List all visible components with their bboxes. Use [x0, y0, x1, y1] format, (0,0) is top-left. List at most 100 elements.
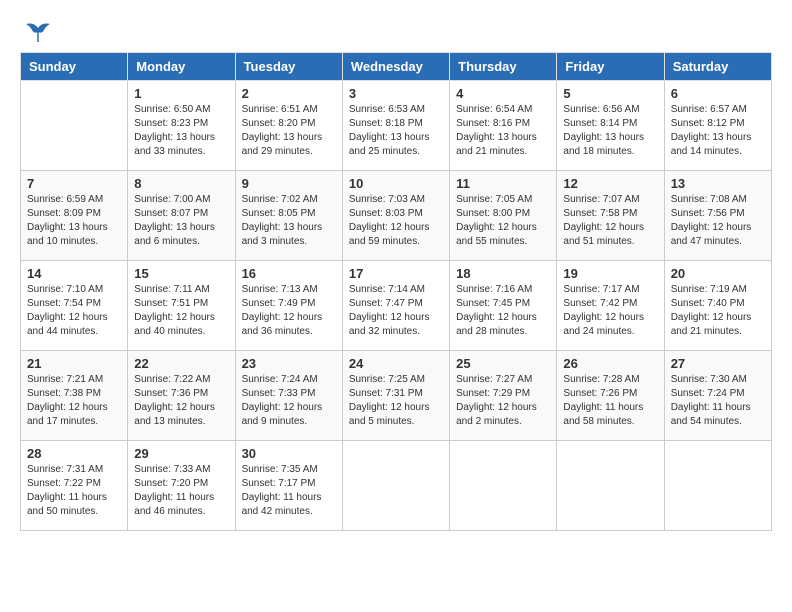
day-number: 29 — [134, 446, 228, 461]
calendar-cell — [342, 441, 449, 531]
calendar-cell: 23 Sunrise: 7:24 AM Sunset: 7:33 PM Dayli… — [235, 351, 342, 441]
day-number: 4 — [456, 86, 550, 101]
weekday-header-friday: Friday — [557, 53, 664, 81]
calendar-cell: 25Sunrise: 7:27 AM Sunset: 7:29 PM Dayli… — [450, 351, 557, 441]
day-info: Sunrise: 7:02 AM Sunset: 8:05 PM Dayligh… — [242, 193, 336, 249]
calendar-cell — [664, 441, 771, 531]
calendar-cell: 5 Sunrise: 6:56 AM Sunset: 8:14 PM Daylig… — [557, 81, 664, 171]
day-info: Sunrise: 6:54 AM Sunset: 8:16 PM Dayligh… — [456, 103, 550, 159]
day-info: Sunrise: 7:03 AM Sunset: 8:03 PM Dayligh… — [349, 193, 443, 249]
day-info: Sunrise: 7:28 AM Sunset: 7:26 PM Dayligh… — [563, 373, 657, 429]
weekday-header-wednesday: Wednesday — [342, 53, 449, 81]
calendar-cell: 8Sunrise: 7:00 AM Sunset: 8:07 PM Daylig… — [128, 171, 235, 261]
day-info: Sunrise: 6:56 AM Sunset: 8:14 PM Dayligh… — [563, 103, 657, 159]
day-number: 26 — [563, 356, 657, 371]
day-number: 3 — [349, 86, 443, 101]
calendar-cell: 17 Sunrise: 7:14 AM Sunset: 7:47 PM Dayli… — [342, 261, 449, 351]
day-info: Sunrise: 7:08 AM Sunset: 7:56 PM Dayligh… — [671, 193, 765, 249]
day-info: Sunrise: 6:53 AM Sunset: 8:18 PM Dayligh… — [349, 103, 443, 159]
day-number: 23 — [242, 356, 336, 371]
day-number: 17 — [349, 266, 443, 281]
calendar-cell: 10 Sunrise: 7:03 AM Sunset: 8:03 PM Dayli… — [342, 171, 449, 261]
calendar-cell: 18 Sunrise: 7:16 AM Sunset: 7:45 PM Dayli… — [450, 261, 557, 351]
calendar-cell: 4 Sunrise: 6:54 AM Sunset: 8:16 PM Daylig… — [450, 81, 557, 171]
calendar-cell: 6Sunrise: 6:57 AM Sunset: 8:12 PM Daylig… — [664, 81, 771, 171]
day-number: 12 — [563, 176, 657, 191]
day-info: Sunrise: 7:22 AM Sunset: 7:36 PM Dayligh… — [134, 373, 228, 429]
weekday-header-monday: Monday — [128, 53, 235, 81]
calendar-cell — [450, 441, 557, 531]
day-number: 15 — [134, 266, 228, 281]
calendar-cell: 28 Sunrise: 7:31 AM Sunset: 7:22 PM Dayli… — [21, 441, 128, 531]
logo-bird-icon — [24, 20, 52, 42]
day-number: 14 — [27, 266, 121, 281]
day-number: 22 — [134, 356, 228, 371]
day-number: 30 — [242, 446, 336, 461]
calendar-cell: 1 Sunrise: 6:50 AM Sunset: 8:23 PM Daylig… — [128, 81, 235, 171]
day-number: 28 — [27, 446, 121, 461]
day-number: 21 — [27, 356, 121, 371]
calendar-cell — [557, 441, 664, 531]
day-info: Sunrise: 7:05 AM Sunset: 8:00 PM Dayligh… — [456, 193, 550, 249]
calendar-cell: 3 Sunrise: 6:53 AM Sunset: 8:18 PM Daylig… — [342, 81, 449, 171]
calendar-week-row: 21 Sunrise: 7:21 AM Sunset: 7:38 PM Dayli… — [21, 351, 772, 441]
day-info: Sunrise: 7:11 AM Sunset: 7:51 PM Dayligh… — [134, 283, 228, 339]
day-info: Sunrise: 7:07 AM Sunset: 7:58 PM Dayligh… — [563, 193, 657, 249]
weekday-header-tuesday: Tuesday — [235, 53, 342, 81]
calendar-cell: 2Sunrise: 6:51 AM Sunset: 8:20 PM Daylig… — [235, 81, 342, 171]
day-info: Sunrise: 7:31 AM Sunset: 7:22 PM Dayligh… — [27, 463, 121, 519]
day-info: Sunrise: 7:14 AM Sunset: 7:47 PM Dayligh… — [349, 283, 443, 339]
day-info: Sunrise: 6:50 AM Sunset: 8:23 PM Dayligh… — [134, 103, 228, 159]
calendar-cell: 15 Sunrise: 7:11 AM Sunset: 7:51 PM Dayli… — [128, 261, 235, 351]
calendar-cell: 21 Sunrise: 7:21 AM Sunset: 7:38 PM Dayli… — [21, 351, 128, 441]
day-number: 8 — [134, 176, 228, 191]
day-info: Sunrise: 7:25 AM Sunset: 7:31 PM Dayligh… — [349, 373, 443, 429]
calendar-week-row: 14 Sunrise: 7:10 AM Sunset: 7:54 PM Dayli… — [21, 261, 772, 351]
day-number: 11 — [456, 176, 550, 191]
calendar-week-row: 7 Sunrise: 6:59 AM Sunset: 8:09 PM Daylig… — [21, 171, 772, 261]
page-header — [20, 20, 772, 42]
day-info: Sunrise: 7:17 AM Sunset: 7:42 PM Dayligh… — [563, 283, 657, 339]
day-info: Sunrise: 7:10 AM Sunset: 7:54 PM Dayligh… — [27, 283, 121, 339]
day-number: 27 — [671, 356, 765, 371]
calendar-cell — [21, 81, 128, 171]
day-number: 1 — [134, 86, 228, 101]
day-number: 6 — [671, 86, 765, 101]
calendar-cell: 14 Sunrise: 7:10 AM Sunset: 7:54 PM Dayli… — [21, 261, 128, 351]
day-number: 13 — [671, 176, 765, 191]
calendar-week-row: 1 Sunrise: 6:50 AM Sunset: 8:23 PM Daylig… — [21, 81, 772, 171]
calendar-week-row: 28 Sunrise: 7:31 AM Sunset: 7:22 PM Dayli… — [21, 441, 772, 531]
calendar-cell: 7 Sunrise: 6:59 AM Sunset: 8:09 PM Daylig… — [21, 171, 128, 261]
day-info: Sunrise: 7:24 AM Sunset: 7:33 PM Dayligh… — [242, 373, 336, 429]
weekday-header-thursday: Thursday — [450, 53, 557, 81]
calendar-cell: 24 Sunrise: 7:25 AM Sunset: 7:31 PM Dayli… — [342, 351, 449, 441]
calendar-cell: 12 Sunrise: 7:07 AM Sunset: 7:58 PM Dayli… — [557, 171, 664, 261]
calendar-cell: 20 Sunrise: 7:19 AM Sunset: 7:40 PM Dayli… — [664, 261, 771, 351]
day-info: Sunrise: 7:30 AM Sunset: 7:24 PM Dayligh… — [671, 373, 765, 429]
day-info: Sunrise: 7:13 AM Sunset: 7:49 PM Dayligh… — [242, 283, 336, 339]
calendar-cell: 13 Sunrise: 7:08 AM Sunset: 7:56 PM Dayli… — [664, 171, 771, 261]
day-number: 19 — [563, 266, 657, 281]
day-number: 20 — [671, 266, 765, 281]
day-number: 7 — [27, 176, 121, 191]
day-info: Sunrise: 7:35 AM Sunset: 7:17 PM Dayligh… — [242, 463, 336, 519]
day-info: Sunrise: 7:19 AM Sunset: 7:40 PM Dayligh… — [671, 283, 765, 339]
day-number: 5 — [563, 86, 657, 101]
day-info: Sunrise: 6:59 AM Sunset: 8:09 PM Dayligh… — [27, 193, 121, 249]
calendar-cell: 19 Sunrise: 7:17 AM Sunset: 7:42 PM Dayli… — [557, 261, 664, 351]
calendar-cell: 27 Sunrise: 7:30 AM Sunset: 7:24 PM Dayli… — [664, 351, 771, 441]
day-info: Sunrise: 7:21 AM Sunset: 7:38 PM Dayligh… — [27, 373, 121, 429]
day-number: 10 — [349, 176, 443, 191]
calendar-cell: 30 Sunrise: 7:35 AM Sunset: 7:17 PM Dayli… — [235, 441, 342, 531]
day-number: 24 — [349, 356, 443, 371]
day-info: Sunrise: 7:16 AM Sunset: 7:45 PM Dayligh… — [456, 283, 550, 339]
day-number: 2 — [242, 86, 336, 101]
day-number: 9 — [242, 176, 336, 191]
calendar-cell: 22 Sunrise: 7:22 AM Sunset: 7:36 PM Dayli… — [128, 351, 235, 441]
calendar-cell: 16Sunrise: 7:13 AM Sunset: 7:49 PM Dayli… — [235, 261, 342, 351]
day-info: Sunrise: 7:27 AM Sunset: 7:29 PM Dayligh… — [456, 373, 550, 429]
calendar-table: SundayMondayTuesdayWednesdayThursdayFrid… — [20, 52, 772, 531]
calendar-cell: 9 Sunrise: 7:02 AM Sunset: 8:05 PM Daylig… — [235, 171, 342, 261]
day-number: 18 — [456, 266, 550, 281]
calendar-cell: 29Sunrise: 7:33 AM Sunset: 7:20 PM Dayli… — [128, 441, 235, 531]
